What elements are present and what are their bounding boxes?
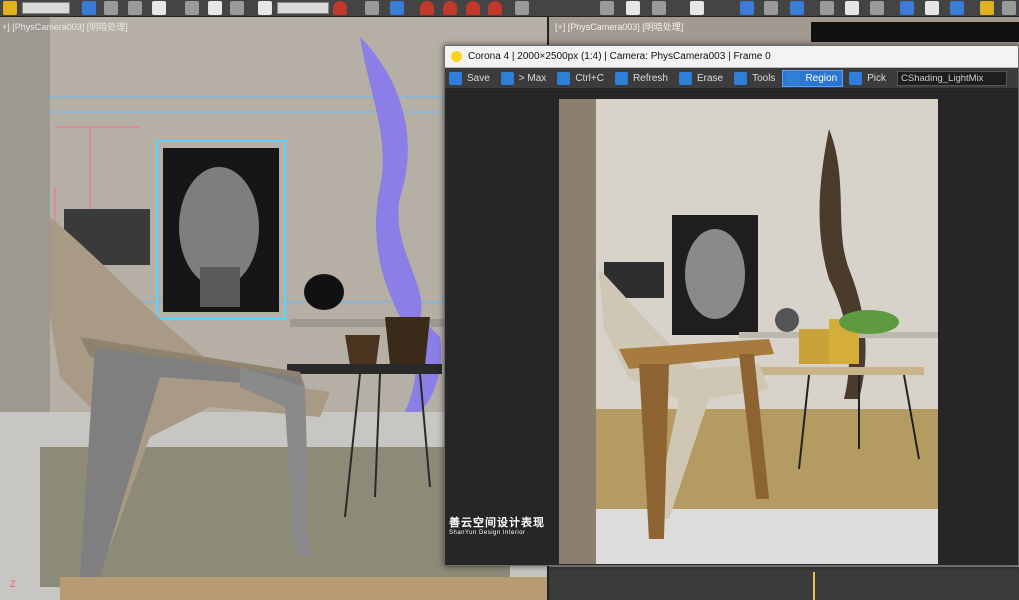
move-icon[interactable] <box>185 1 199 15</box>
corona-render-icon[interactable] <box>900 1 914 15</box>
gear-icon <box>734 71 748 85</box>
corona-toolbar: Save > Max Ctrl+C Refresh Erase Tools Re… <box>445 68 1018 89</box>
refresh-label: Refresh <box>632 72 668 84</box>
named-selection-icon[interactable] <box>515 1 529 15</box>
angle-snap-icon[interactable] <box>443 1 457 15</box>
region-button[interactable]: Region <box>782 69 844 87</box>
watermark-cn: 善云空间设计表现 <box>449 517 545 529</box>
rectangle-selection-icon[interactable] <box>128 1 142 15</box>
pivot-dropdown[interactable] <box>277 2 329 14</box>
corona-vfb-window[interactable]: Corona 4 | 2000×2500px (1:4) | Camera: P… <box>444 45 1019 566</box>
render-iterative-icon[interactable] <box>870 1 884 15</box>
hand-icon <box>849 71 863 85</box>
max-icon <box>500 71 514 85</box>
material-editor-icon[interactable] <box>764 1 778 15</box>
app-root: Z +] [PhysCamera003] [明暗处理] [+] [PhysCam… <box>0 0 1019 600</box>
render-pass-dropdown[interactable]: CShading_LightMix <box>897 70 1008 86</box>
main-toolbar <box>0 0 1019 17</box>
more-tools-icon[interactable] <box>1002 1 1016 15</box>
rotate-icon[interactable] <box>208 1 222 15</box>
render-canvas[interactable]: 善云空间设计表现 ShanYun Design Interior <box>445 90 1018 565</box>
light-lister-icon[interactable] <box>980 1 994 15</box>
render-production-icon[interactable] <box>845 1 859 15</box>
corona-smile-icon <box>451 51 462 62</box>
render-setup-icon[interactable] <box>790 1 804 15</box>
corona-converter-icon[interactable] <box>950 1 964 15</box>
select-object-icon[interactable] <box>82 1 96 15</box>
tools-label: Tools <box>752 72 776 84</box>
save-button[interactable]: Save <box>445 70 495 87</box>
erase-button[interactable]: Erase <box>675 70 728 87</box>
percent-snap-icon[interactable] <box>466 1 480 15</box>
send-to-max-label: > Max <box>518 72 547 84</box>
selection-set-dropdown[interactable] <box>22 2 70 14</box>
select-by-name-icon[interactable] <box>104 1 118 15</box>
save-icon <box>449 71 462 85</box>
viewport-label-right[interactable]: [+] [PhysCamera003] [明暗处理] <box>555 20 683 33</box>
rendered-frame-icon[interactable] <box>820 1 834 15</box>
align-icon[interactable] <box>600 1 614 15</box>
tools-button[interactable]: Tools <box>730 70 780 87</box>
layer-explorer-icon[interactable] <box>626 1 640 15</box>
copy-label: Ctrl+C <box>575 72 604 84</box>
svg-text:Z: Z <box>10 579 16 589</box>
watermark: 善云空间设计表现 ShanYun Design Interior <box>449 514 545 536</box>
pick-label: Pick <box>867 72 887 84</box>
save-label: Save <box>467 72 490 84</box>
watermark-en: ShanYun Design Interior <box>449 530 526 536</box>
keyboard-shortcut-icon[interactable] <box>365 1 379 15</box>
render-image <box>559 99 938 564</box>
corona-interactive-icon[interactable] <box>925 1 939 15</box>
corona-title-bar[interactable]: Corona 4 | 2000×2500px (1:4) | Camera: P… <box>445 46 1018 68</box>
schematic-view-icon[interactable] <box>740 1 754 15</box>
snap-icon[interactable] <box>3 1 17 15</box>
mirror-icon[interactable] <box>390 1 404 15</box>
window-crossing-icon[interactable] <box>152 1 166 15</box>
region-icon <box>787 71 801 85</box>
erase-icon <box>678 71 692 85</box>
curve-editor-icon[interactable] <box>690 1 704 15</box>
toggle-ribbon-icon[interactable] <box>652 1 666 15</box>
pick-button[interactable]: Pick <box>845 70 891 87</box>
region-label: Region <box>805 72 838 84</box>
spinner-snap-icon[interactable] <box>488 1 502 15</box>
send-to-max-button[interactable]: > Max <box>497 70 552 87</box>
render-scene <box>559 99 938 564</box>
erase-label: Erase <box>696 72 724 84</box>
snap-toggle-icon[interactable] <box>420 1 434 15</box>
refresh-icon <box>614 71 628 85</box>
reference-coord-icon[interactable] <box>258 1 272 15</box>
select-manipulate-icon[interactable] <box>333 1 347 15</box>
refresh-button[interactable]: Refresh <box>611 70 673 87</box>
viewport-label-left[interactable]: +] [PhysCamera003] [明暗处理] <box>2 20 128 33</box>
copy-icon <box>557 71 571 85</box>
copy-button[interactable]: Ctrl+C <box>553 70 609 87</box>
scale-icon[interactable] <box>230 1 244 15</box>
corona-title-text: Corona 4 | 2000×2500px (1:4) | Camera: P… <box>468 51 771 62</box>
